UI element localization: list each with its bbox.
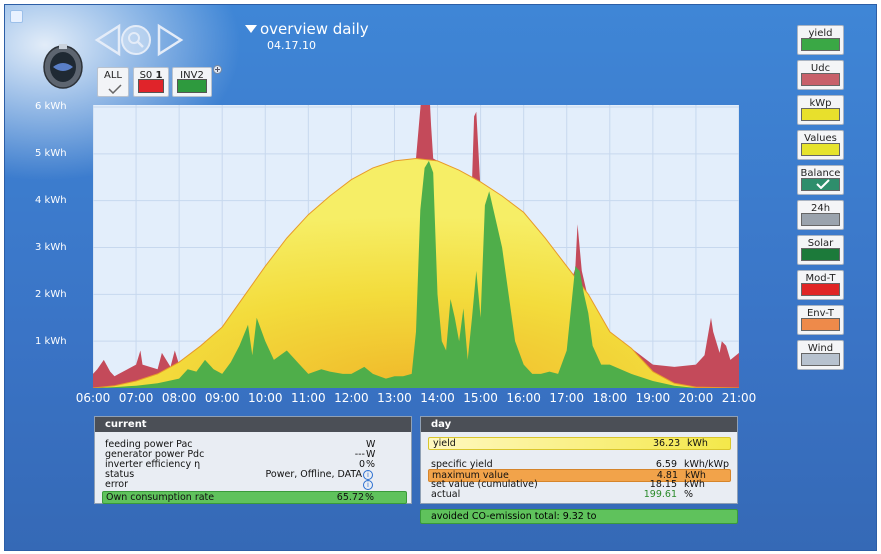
day-row-label: actual — [431, 489, 461, 500]
day-row: actual 199.61% — [431, 489, 729, 500]
x-tick-label: 18:00 — [592, 391, 628, 405]
meter-logo-icon — [43, 44, 83, 89]
x-tick-label: 16:00 — [506, 391, 541, 405]
menu-button-yield[interactable]: yield — [797, 25, 844, 55]
x-tick-label: 15:00 — [463, 391, 498, 405]
check-icon — [108, 84, 122, 94]
menu-button-swatch — [801, 38, 840, 51]
menu-button-mod-t[interactable]: Mod-T — [797, 270, 844, 300]
menu-button-swatch — [801, 143, 840, 156]
source-s0-button[interactable]: S0 1 — [133, 67, 169, 97]
next-day-button[interactable] — [155, 23, 185, 57]
source-all-button[interactable]: ALL — [97, 67, 129, 97]
menu-button-24h[interactable]: 24h — [797, 200, 844, 230]
menu-button-swatch — [801, 178, 840, 191]
menu-button-values[interactable]: Values — [797, 130, 844, 160]
source-inv2-swatch — [177, 79, 207, 93]
source-inv2-button[interactable]: INV2 — [172, 67, 212, 97]
x-tick-label: 08:00 — [161, 391, 197, 405]
view-dropdown-icon[interactable] — [245, 25, 257, 33]
app-window: overview daily 04.17.10 ALL S0 1 INV2 6 … — [4, 4, 877, 551]
yield-unit: kWh — [687, 438, 708, 449]
current-row-label: Own consumption rate — [106, 492, 215, 503]
x-tick-label: 21:00 — [721, 391, 757, 405]
day-row-unit: % — [684, 489, 694, 500]
emission-bar: avoided CO-emission total: 9.32 to — [420, 509, 738, 524]
x-tick-label: 13:00 — [377, 391, 412, 405]
x-tick-label: 06:00 — [75, 391, 111, 405]
menu-button-swatch — [801, 108, 840, 121]
y-tick-5: 5 kWh — [35, 148, 67, 159]
yield-chart — [93, 105, 739, 388]
x-tick-label: 09:00 — [204, 391, 240, 405]
search-button[interactable] — [119, 23, 153, 57]
menu-button-env-t[interactable]: Env-T — [797, 305, 844, 335]
y-tick-3: 3 kWh — [35, 242, 67, 253]
day-row-value: 199.61 — [643, 489, 677, 500]
source-s0-swatch — [138, 79, 164, 93]
date-label: 04.17.10 — [267, 39, 316, 52]
y-tick-1: 1 kWh — [35, 336, 67, 347]
yield-label: yield — [433, 438, 456, 449]
current-row: Own consumption rate 65.72% — [102, 491, 407, 504]
menu-button-balance[interactable]: Balance — [797, 165, 844, 195]
menu-button-swatch — [801, 248, 840, 261]
current-row-label: error — [105, 479, 128, 490]
menu-button-solar[interactable]: Solar — [797, 235, 844, 265]
day-panel: day yield 36.23 kWh specific yield 6.59 kW… — [420, 416, 738, 504]
current-row-unit: % — [365, 492, 375, 503]
current-row: error i — [105, 479, 407, 490]
menu-button-swatch — [801, 318, 840, 331]
x-tick-label: 11:00 — [291, 391, 326, 405]
menu-button-udc[interactable]: Udc — [797, 60, 844, 90]
x-tick-label: 07:00 — [118, 391, 154, 405]
current-row-value: 65.72 — [336, 492, 364, 503]
window-menu-icon[interactable] — [10, 10, 23, 23]
menu-button-swatch — [801, 283, 840, 296]
x-tick-label: 12:00 — [334, 391, 369, 405]
x-tick-label: 17:00 — [549, 391, 585, 405]
y-tick-6: 6 kWh — [35, 101, 67, 112]
x-tick-label: 14:00 — [420, 391, 455, 405]
info-icon[interactable]: i — [363, 480, 373, 490]
current-panel-title: current — [95, 417, 411, 432]
menu-button-kwp[interactable]: kWp — [797, 95, 844, 125]
y-tick-2: 2 kWh — [35, 289, 67, 300]
x-tick-label: 20:00 — [678, 391, 714, 405]
x-tick-label: 19:00 — [635, 391, 671, 405]
emission-text: avoided CO-emission total: 9.32 to — [431, 511, 597, 522]
menu-button-swatch — [801, 353, 840, 366]
yield-bar: yield 36.23 kWh — [428, 437, 731, 450]
yield-value: 36.23 — [653, 438, 681, 449]
page-title[interactable]: overview daily — [260, 20, 369, 38]
check-icon — [816, 179, 830, 189]
menu-button-wind[interactable]: Wind — [797, 340, 844, 370]
menu-button-swatch — [801, 213, 840, 226]
add-source-icon[interactable] — [213, 65, 222, 74]
menu-button-swatch — [801, 73, 840, 86]
y-tick-4: 4 kWh — [35, 195, 67, 206]
day-panel-title: day — [421, 417, 737, 432]
source-all-label: ALL — [104, 70, 122, 81]
x-tick-label: 10:00 — [247, 391, 283, 405]
current-panel: current feeding power Pac Wgenerator powe… — [94, 416, 412, 504]
